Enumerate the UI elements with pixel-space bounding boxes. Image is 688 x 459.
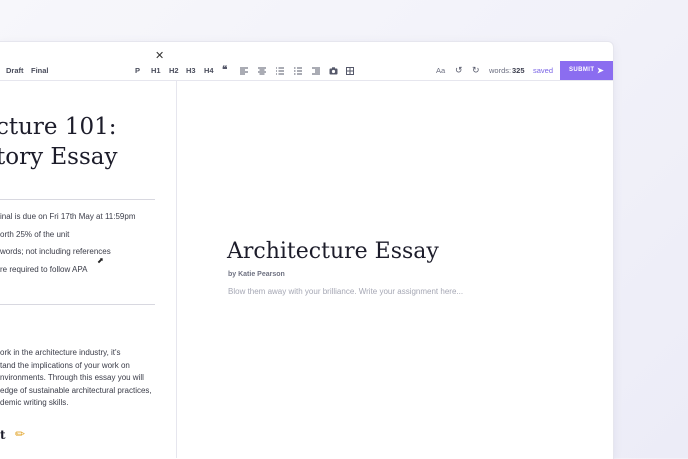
camera-icon[interactable] xyxy=(329,61,338,80)
brief-paragraph-line: tand the implications of your work on xyxy=(0,360,130,370)
send-icon: ➤ xyxy=(597,66,605,75)
brief-paragraph-line: edge of sustainable architectural practi… xyxy=(0,385,152,395)
brief-title-line: tory Essay xyxy=(0,144,118,170)
close-icon[interactable]: ✕ xyxy=(155,49,164,62)
brief-info-item: inal is due on Fri 17th May at 11:59pm xyxy=(0,212,136,221)
brief-info-item: words; not including references xyxy=(0,247,111,256)
divider xyxy=(0,304,155,305)
submit-label: SUBMIT xyxy=(569,67,595,73)
align-left-icon[interactable] xyxy=(240,61,248,80)
submit-button[interactable]: SUBMIT ➤ xyxy=(560,61,613,80)
draft-tab[interactable]: Draft xyxy=(6,61,24,80)
font-button[interactable]: Aa xyxy=(436,61,445,80)
mouse-cursor-icon: ⬈ xyxy=(97,256,104,265)
h3-button[interactable]: H3 xyxy=(186,61,196,80)
indent-icon[interactable] xyxy=(312,61,320,80)
essay-body-input[interactable]: Blow them away with your brilliance. Wri… xyxy=(228,287,463,296)
bullet-list-icon[interactable] xyxy=(276,61,284,80)
align-center-icon[interactable] xyxy=(258,61,266,80)
brief-paragraph: ork in the architecture industry, it's t… xyxy=(0,347,170,410)
table-icon[interactable] xyxy=(346,61,354,80)
numbered-list-icon[interactable] xyxy=(294,61,302,80)
essay-byline: by Katie Pearson xyxy=(228,271,285,278)
word-count-label: words: xyxy=(489,66,512,75)
saved-status: saved xyxy=(533,66,554,75)
brief-info-item: orth 25% of the unit xyxy=(0,230,70,239)
brief-title: cture 101: tory Essay xyxy=(0,112,226,172)
h4-button[interactable]: H4 xyxy=(204,61,214,80)
editor-toolbar: Draft Final P H1 H2 H3 H4 ❝ Aa ↺ ↻ words… xyxy=(0,61,613,81)
brief-info-item: re required to follow APA xyxy=(0,265,88,274)
redo-icon[interactable]: ↻ xyxy=(472,61,480,80)
h1-button[interactable]: H1 xyxy=(151,61,161,80)
brief-paragraph-line: demic writing skills. xyxy=(0,398,69,407)
undo-icon[interactable]: ↺ xyxy=(455,61,463,80)
final-tab[interactable]: Final xyxy=(31,61,49,80)
quote-icon[interactable]: ❝ xyxy=(222,61,227,80)
essay-title[interactable]: Architecture Essay xyxy=(227,239,439,264)
word-count-value: 325 xyxy=(512,66,525,75)
section-heading: t xyxy=(0,428,6,442)
pencil-icon: ✏ xyxy=(15,427,26,441)
brief-title-line: cture 101: xyxy=(0,114,117,140)
paragraph-button[interactable]: P xyxy=(135,61,140,80)
h2-button[interactable]: H2 xyxy=(169,61,179,80)
brief-paragraph-line: nvironments. Through this essay you will xyxy=(0,373,144,382)
brief-paragraph-line: ork in the architecture industry, it's xyxy=(0,348,121,357)
divider xyxy=(0,199,155,200)
